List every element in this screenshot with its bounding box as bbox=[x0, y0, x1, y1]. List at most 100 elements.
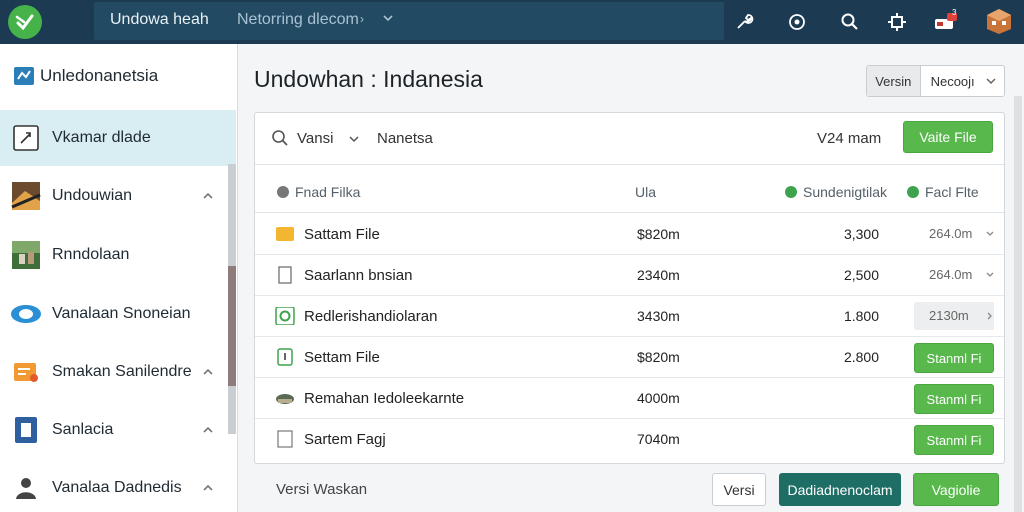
sidebar-item-label: Smakan Sanilendre bbox=[52, 363, 192, 380]
sidebar-item-label: Rnndolaan bbox=[52, 246, 130, 263]
table-toolbar: Vansi Nanetsa V24 mam Vaite File bbox=[255, 113, 1004, 165]
chevron-up-icon[interactable] bbox=[200, 422, 216, 438]
file-icon bbox=[278, 266, 292, 284]
row-action-button[interactable]: Stanml Fi bbox=[914, 343, 994, 373]
page-scrollbar[interactable] bbox=[1014, 96, 1022, 512]
table-row[interactable]: Redlerishandiolaran 3430m 1.800 2130m bbox=[255, 296, 1004, 337]
sidebar-item-vanalaan[interactable]: Vanalaan Snoneian bbox=[0, 286, 236, 342]
file-size: $820m bbox=[637, 349, 680, 365]
chevron-up-icon[interactable] bbox=[200, 188, 216, 204]
table-row[interactable]: Saarlann bnsian 2340m 2,500 264.0m bbox=[255, 255, 1004, 296]
file-size: 7040m bbox=[637, 431, 680, 447]
sidebar-item-label: Vkamar dlade bbox=[52, 129, 151, 146]
chevron-up-icon[interactable] bbox=[200, 480, 216, 496]
settings-circle-icon[interactable] bbox=[781, 6, 813, 38]
sidebar-item-undouwian[interactable]: Undouwian bbox=[0, 168, 236, 224]
notification-icon[interactable] bbox=[930, 6, 962, 38]
file-count: 2,500 bbox=[843, 267, 879, 283]
file-icon bbox=[277, 186, 289, 198]
photo-icon bbox=[10, 182, 42, 210]
user-icon bbox=[10, 474, 42, 502]
cloud-icon bbox=[276, 394, 294, 404]
sidebar-item-smakan[interactable]: Smakan Sanilendre bbox=[0, 344, 236, 400]
file-name[interactable]: Saarlann bnsian bbox=[304, 267, 412, 284]
version-toggle[interactable]: Versin bbox=[867, 66, 921, 96]
sync-icon bbox=[275, 307, 295, 325]
chevron-down-icon[interactable] bbox=[984, 228, 996, 240]
file-count: 3,300 bbox=[843, 226, 879, 242]
row-action-button[interactable]: Stanml Fi bbox=[914, 425, 994, 455]
app-icon bbox=[8, 62, 40, 90]
file-size: $820m bbox=[637, 226, 680, 242]
file-name[interactable]: Sattam File bbox=[304, 226, 380, 243]
file-name[interactable]: Remahan Iedoleekarnte bbox=[304, 390, 464, 407]
landscape-icon bbox=[10, 241, 42, 269]
app-logo[interactable] bbox=[8, 5, 42, 39]
version-selector[interactable]: Versin Necoojı bbox=[866, 65, 1005, 97]
sidebar-item-sanlacia[interactable]: Sanlacia bbox=[0, 402, 236, 458]
file-icon bbox=[277, 430, 293, 448]
file-name[interactable]: Sartem Fagj bbox=[304, 431, 386, 448]
sidebar: Unledonanetsia Vkamar dlade Undouwian Rn… bbox=[0, 44, 238, 512]
secondary-button[interactable]: Versi bbox=[712, 473, 766, 506]
teal-action-button[interactable]: Dadiadnenoclam bbox=[779, 473, 901, 506]
search-icon[interactable] bbox=[834, 6, 866, 38]
table-row[interactable]: Sattam File $820m 3,300 264.0m bbox=[255, 214, 1004, 255]
sidebar-item-label: Unledonanetsia bbox=[40, 66, 159, 85]
file-name[interactable]: Redlerishandiolaran bbox=[304, 308, 437, 325]
sidebar-item-rnndolaan[interactable]: Rnndolaan bbox=[0, 227, 236, 283]
breadcrumb[interactable]: Netorring dlecom bbox=[237, 11, 359, 29]
sidebar-scrollbar-thumb[interactable] bbox=[228, 266, 236, 386]
file-version[interactable]: 264.0m bbox=[929, 267, 972, 282]
page-title: Undowhan : Indanesia bbox=[254, 66, 483, 92]
profile-box-icon[interactable] bbox=[982, 4, 1016, 38]
table-row[interactable]: Remahan Iedoleekarnte 4000m Stanml Fi bbox=[255, 378, 1004, 419]
chevron-down-icon[interactable] bbox=[984, 74, 998, 88]
chevron-up-icon[interactable] bbox=[200, 364, 216, 380]
apply-button[interactable]: Vagiolie bbox=[913, 473, 999, 506]
file-size: 3430m bbox=[637, 308, 680, 324]
file-count: 1.800 bbox=[843, 308, 879, 324]
sidebar-item-label: Vanalaa Dadnedis bbox=[52, 479, 182, 496]
top-bar: Undowa heah Netorring dlecom › 3 bbox=[0, 0, 1024, 44]
chevron-down-icon[interactable] bbox=[380, 10, 396, 26]
file-name[interactable]: Settam File bbox=[304, 349, 380, 366]
sidebar-item-vkamar[interactable]: Vkamar dlade bbox=[0, 110, 236, 166]
column-header-version[interactable]: Facl Flte bbox=[907, 184, 979, 200]
chevron-down-icon[interactable] bbox=[984, 269, 996, 281]
logo-icon bbox=[15, 14, 34, 31]
status-icon bbox=[785, 186, 797, 198]
sidebar-item-label: Undouwian bbox=[52, 187, 133, 204]
sidebar-item-label: Sanlacia bbox=[52, 421, 114, 438]
footer-label: Versi Waskan bbox=[276, 481, 368, 498]
search-input[interactable]: Nanetsa bbox=[377, 130, 433, 147]
add-file-button[interactable]: Vaite File bbox=[903, 121, 993, 153]
table-header: Fnad Filka Ula Sundenigtilak Facl Flte bbox=[255, 173, 1004, 213]
eye-icon bbox=[10, 300, 42, 328]
document-icon bbox=[277, 348, 293, 366]
column-header-name[interactable]: Fnad Filka bbox=[277, 184, 360, 200]
chevron-right-icon[interactable] bbox=[984, 310, 996, 322]
breadcrumb-separator: › bbox=[360, 12, 364, 26]
app-title: Undowa heah bbox=[110, 11, 209, 28]
file-version[interactable]: 264.0m bbox=[929, 226, 972, 241]
sidebar-item-vanalaa[interactable]: Vanalaa Dadnedis bbox=[0, 460, 236, 512]
row-action-button[interactable]: Stanml Fi bbox=[914, 384, 994, 414]
file-table-card: Vansi Nanetsa V24 mam Vaite File Fnad Fi… bbox=[254, 112, 1005, 464]
file-size: 2340m bbox=[637, 267, 680, 283]
file-version[interactable]: 2130m bbox=[929, 308, 969, 323]
table-row[interactable]: Settam File $820m 2.800 Stanml Fi bbox=[255, 337, 1004, 378]
filter-select[interactable]: Vansi bbox=[297, 130, 333, 147]
folder-icon bbox=[276, 227, 294, 241]
column-header-size[interactable]: Ula bbox=[635, 184, 656, 200]
search-icon[interactable] bbox=[271, 129, 289, 147]
column-header-count[interactable]: Sundenigtilak bbox=[785, 184, 887, 200]
table-row[interactable]: Sartem Fagj 7040m Stanml Fi bbox=[255, 419, 1004, 460]
sidebar-item-header[interactable]: Unledonanetsia bbox=[0, 48, 236, 104]
file-count: 2.800 bbox=[843, 349, 879, 365]
status-icon bbox=[907, 186, 919, 198]
gear-icon[interactable] bbox=[881, 6, 913, 38]
wrench-icon[interactable] bbox=[728, 6, 760, 38]
chevron-down-icon[interactable] bbox=[347, 132, 361, 146]
list-icon bbox=[10, 358, 42, 386]
